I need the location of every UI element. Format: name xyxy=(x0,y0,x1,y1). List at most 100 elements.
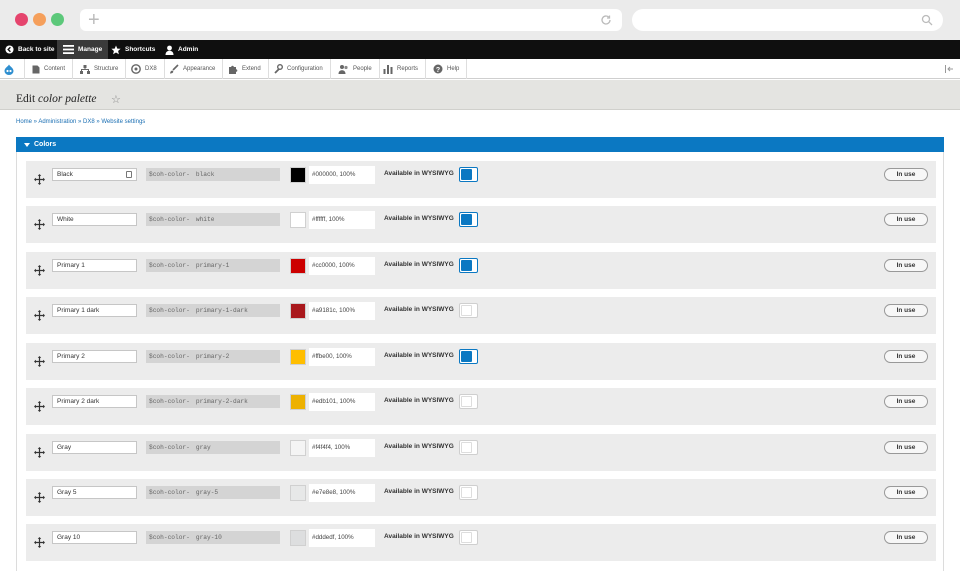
color-variable-field: $coh-color-primary-2 xyxy=(146,350,280,363)
color-name-input[interactable]: Gray xyxy=(52,441,137,454)
color-hex-field[interactable]: #000000, 100% xyxy=(309,166,375,184)
tray-item-help[interactable]: ? Help xyxy=(428,59,468,79)
toggle-knob xyxy=(461,351,472,362)
in-use-button[interactable]: In use xyxy=(884,213,928,226)
back-to-site-link[interactable]: Back to site xyxy=(5,40,55,59)
color-name-input[interactable]: Primary 1 dark xyxy=(52,304,137,317)
color-name-input[interactable]: Primary 1 xyxy=(52,259,137,272)
colors-legend-label: Colors xyxy=(34,141,57,148)
color-swatch[interactable] xyxy=(290,349,306,365)
wysiwyg-toggle[interactable] xyxy=(459,258,478,273)
color-hex-field[interactable]: #dddedf, 100% xyxy=(309,529,375,547)
color-row: Black $coh-color-black #000000, 100% Ava… xyxy=(26,161,936,198)
color-name-input[interactable]: Gray 5 xyxy=(52,486,137,499)
wysiwyg-label: Available in WYSIWYG xyxy=(384,261,454,268)
drag-handle-icon[interactable] xyxy=(34,219,45,230)
color-swatch[interactable] xyxy=(290,530,306,546)
colors-fieldset-toggle[interactable]: Colors xyxy=(16,137,944,152)
admin-user-tab[interactable]: Admin xyxy=(165,40,198,59)
color-hex-field[interactable]: #f4f4f4, 100% xyxy=(309,439,375,457)
drag-handle-icon[interactable] xyxy=(34,356,45,367)
tray-item-dx8-label: DX8 xyxy=(145,66,157,72)
tray-item-extend[interactable]: Extend xyxy=(223,59,269,79)
wysiwyg-toggle[interactable] xyxy=(459,440,478,455)
color-hex-field[interactable]: #a9181c, 100% xyxy=(309,302,375,320)
maximize-window-button[interactable] xyxy=(51,13,64,26)
in-use-button[interactable]: In use xyxy=(884,304,928,317)
color-swatch[interactable] xyxy=(290,167,306,183)
color-hex-field[interactable]: #ffffff, 100% xyxy=(309,211,375,229)
color-hex-field[interactable]: #edb101, 100% xyxy=(309,393,375,411)
color-swatch[interactable] xyxy=(290,303,306,319)
wysiwyg-label: Available in WYSIWYG xyxy=(384,397,454,404)
tray-item-dx8[interactable]: DX8 xyxy=(126,59,165,79)
color-name-input[interactable]: Black xyxy=(52,168,137,181)
color-swatch[interactable] xyxy=(290,485,306,501)
color-swatch[interactable] xyxy=(290,440,306,456)
tray-item-appearance-label: Appearance xyxy=(183,66,216,72)
tray-orientation-toggle-icon[interactable] xyxy=(944,64,954,74)
tray-item-appearance[interactable]: Appearance xyxy=(164,59,224,79)
admin-label: Admin xyxy=(178,46,199,53)
drag-handle-icon[interactable] xyxy=(34,537,45,548)
wysiwyg-toggle[interactable] xyxy=(459,212,478,227)
in-use-button[interactable]: In use xyxy=(884,395,928,408)
tray-item-reports-label: Reports xyxy=(397,66,419,72)
drupal-home-link[interactable] xyxy=(0,59,25,79)
drag-handle-icon[interactable] xyxy=(34,265,45,276)
wysiwyg-label: Available in WYSIWYG xyxy=(384,533,454,540)
color-variable-field: $coh-color-gray xyxy=(146,441,280,454)
color-hex-field[interactable]: #e7e8e8, 100% xyxy=(309,484,375,502)
browser-search-bar[interactable] xyxy=(632,9,943,31)
shortcuts-tab[interactable]: Shortcuts xyxy=(111,40,155,59)
manage-tab[interactable]: Manage xyxy=(57,40,109,59)
in-use-button[interactable]: In use xyxy=(884,350,928,363)
color-swatch[interactable] xyxy=(290,212,306,228)
drag-handle-icon[interactable] xyxy=(34,447,45,458)
drag-handle-icon[interactable] xyxy=(34,401,45,412)
tray-item-configuration[interactable]: Configuration xyxy=(268,59,331,79)
color-name-input[interactable]: Primary 2 dark xyxy=(52,395,137,408)
wysiwyg-toggle[interactable] xyxy=(459,485,478,500)
color-hex-field[interactable]: #ffbe00, 100% xyxy=(309,348,375,366)
close-window-button[interactable] xyxy=(15,13,28,26)
color-swatch[interactable] xyxy=(290,394,306,410)
tray-item-reports[interactable]: Reports xyxy=(378,59,427,79)
toggle-knob xyxy=(461,260,472,271)
color-name-input[interactable]: White xyxy=(52,213,137,226)
tray-item-content[interactable]: Content xyxy=(27,59,74,79)
in-use-button[interactable]: In use xyxy=(884,531,928,544)
in-use-button[interactable]: In use xyxy=(884,259,928,272)
color-name-value: Primary 2 xyxy=(57,353,85,360)
in-use-button[interactable]: In use xyxy=(884,168,928,181)
drag-handle-icon[interactable] xyxy=(34,174,45,185)
color-row: Primary 2 dark $coh-color-primary-2-dark… xyxy=(26,388,936,425)
drag-handle-icon[interactable] xyxy=(34,310,45,321)
color-name-value: Primary 1 xyxy=(57,262,85,269)
reload-icon[interactable] xyxy=(600,14,612,26)
in-use-button[interactable]: In use xyxy=(884,486,928,499)
tray-item-people[interactable]: People xyxy=(333,59,380,79)
color-hex-field[interactable]: #cc0000, 100% xyxy=(309,257,375,275)
tray-item-structure[interactable]: Structure xyxy=(75,59,127,79)
color-name-input[interactable]: Gray 10 xyxy=(52,531,137,544)
breadcrumb[interactable]: Home » Administration » DX8 » Website se… xyxy=(16,119,145,125)
color-name-value: Primary 1 dark xyxy=(57,307,100,314)
wysiwyg-toggle[interactable] xyxy=(459,303,478,318)
wysiwyg-toggle[interactable] xyxy=(459,530,478,545)
color-name-value: Gray xyxy=(57,444,72,451)
new-tab-icon[interactable]: + xyxy=(88,9,100,31)
color-swatch[interactable] xyxy=(290,258,306,274)
shortcut-star-icon[interactable]: ☆ xyxy=(111,93,121,106)
address-bar[interactable]: + xyxy=(80,9,622,31)
color-variable-field: $coh-color-black xyxy=(146,168,280,181)
drag-handle-icon[interactable] xyxy=(34,492,45,503)
wysiwyg-toggle[interactable] xyxy=(459,167,478,182)
tray-item-extend-label: Extend xyxy=(242,66,261,72)
wysiwyg-toggle[interactable] xyxy=(459,394,478,409)
in-use-button[interactable]: In use xyxy=(884,441,928,454)
page-header xyxy=(0,80,960,110)
minimize-window-button[interactable] xyxy=(33,13,46,26)
wysiwyg-toggle[interactable] xyxy=(459,349,478,364)
color-name-input[interactable]: Primary 2 xyxy=(52,350,137,363)
